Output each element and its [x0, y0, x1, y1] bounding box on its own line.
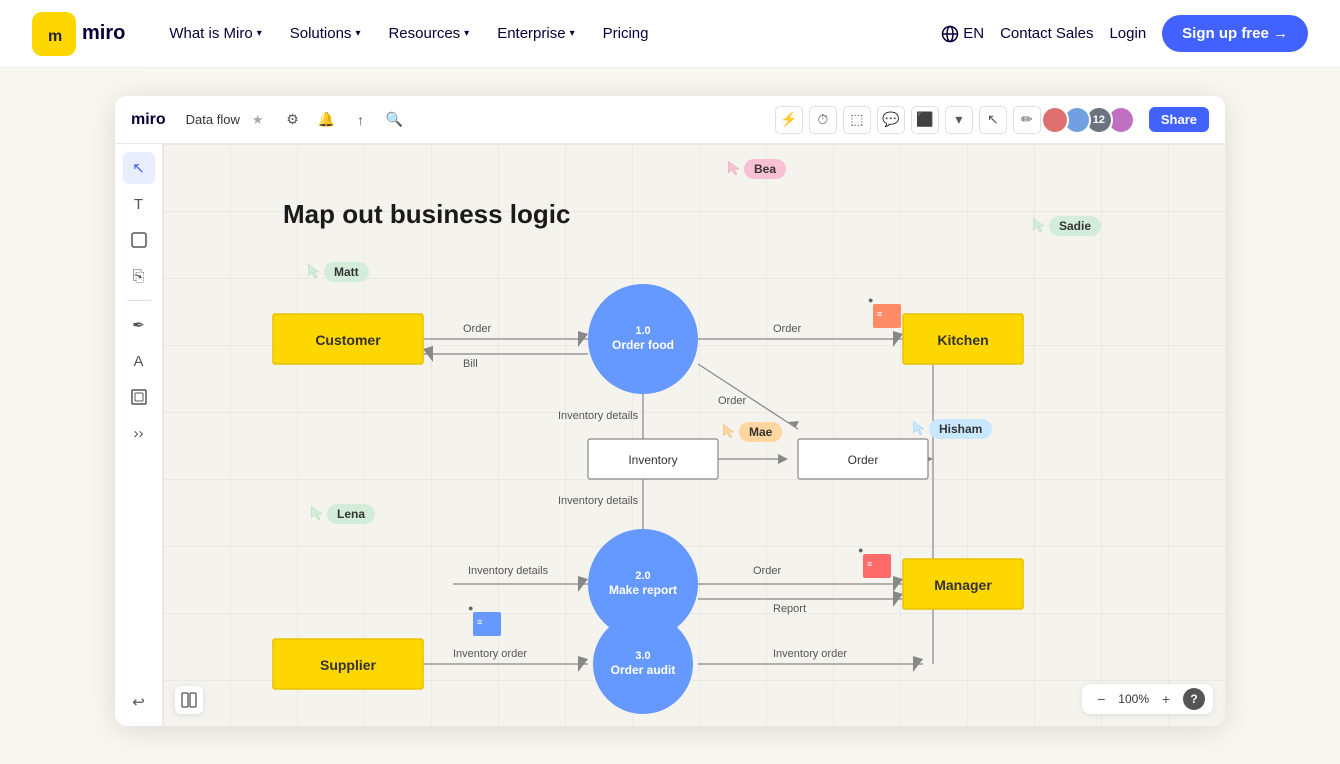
layout-icon[interactable]: ⬛ [911, 106, 939, 134]
help-button[interactable]: ? [1183, 688, 1205, 710]
svg-text:Order food: Order food [612, 338, 674, 352]
board-logo: miro [131, 111, 166, 129]
nav-link-solutions[interactable]: Solutions ▾ [278, 17, 373, 50]
diagram-svg: Order Bill Order Inventory details [243, 244, 1143, 724]
more-tools-icon[interactable]: ▾ [945, 106, 973, 134]
cursor-tool[interactable]: ↖ [123, 152, 155, 184]
svg-text:≡: ≡ [877, 309, 882, 319]
miro-board: miro Data flow ★ ⚙ 🔔 ↑ 🔍 ⚡ ⏱ ⬚ 💬 ⬛ ▾ ↖ ✏ [115, 96, 1225, 726]
svg-text:≡: ≡ [867, 559, 872, 569]
nav-links: What is Miro ▾ Solutions ▾ Resources ▾ E… [157, 17, 941, 50]
diagram-title: Map out business logic [283, 199, 570, 230]
nav-link-resources[interactable]: Resources ▾ [376, 17, 481, 50]
login-link[interactable]: Login [1109, 25, 1146, 42]
signup-button[interactable]: Sign up free → [1162, 15, 1308, 52]
star-icon[interactable]: ★ [252, 112, 264, 128]
svg-text:●: ● [468, 603, 473, 613]
board-content: ↖ T ⎘ ✒ A ›› ↩ Map out business logic [115, 144, 1225, 726]
logo-icon: m [32, 12, 76, 56]
cursor-bea: Bea [728, 159, 742, 177]
divider [127, 300, 151, 301]
svg-text:m: m [48, 28, 62, 45]
bell-icon[interactable]: 🔔 [314, 107, 340, 133]
svg-text:Kitchen: Kitchen [937, 332, 988, 348]
svg-text:Inventory: Inventory [628, 453, 677, 467]
cursor-mode-icon[interactable]: ↖ [979, 106, 1007, 134]
navbar: m miro What is Miro ▾ Solutions ▾ Resour… [0, 0, 1340, 68]
sidebar-tools: ↖ T ⎘ ✒ A ›› ↩ [115, 144, 163, 726]
svg-text:Inventory details: Inventory details [558, 495, 639, 507]
svg-text:Inventory order: Inventory order [453, 648, 527, 660]
pen-tool-icon[interactable]: ✏ [1013, 106, 1041, 134]
svg-text:≡: ≡ [477, 617, 482, 627]
svg-text:Bill: Bill [463, 358, 478, 370]
contact-sales-link[interactable]: Contact Sales [1000, 25, 1093, 42]
frame-icon[interactable]: ⬚ [843, 106, 871, 134]
panel-toggle-button[interactable] [175, 686, 203, 714]
svg-text:Report: Report [773, 603, 806, 615]
more-tools[interactable]: ›› [123, 417, 155, 449]
zoom-controls: − 100% + ? [1082, 684, 1213, 714]
nav-logo[interactable]: m miro [32, 12, 125, 56]
lightning-icon[interactable]: ⚡ [775, 106, 803, 134]
text-alt-tool[interactable]: A [123, 345, 155, 377]
zoom-in-button[interactable]: + [1155, 688, 1177, 710]
svg-text:Order: Order [753, 565, 781, 577]
chevron-down-icon: ▾ [464, 28, 469, 39]
svg-text:Customer: Customer [315, 332, 381, 348]
pen-tool[interactable]: ✒ [123, 309, 155, 341]
board-tools-left: ⚙ 🔔 ↑ 🔍 [280, 107, 408, 133]
board-tools-right: ⚡ ⏱ ⬚ 💬 ⬛ ▾ ↖ ✏ 12 Share [775, 106, 1209, 134]
zoom-level-display: 100% [1118, 692, 1149, 706]
sticky-tool[interactable] [123, 224, 155, 256]
svg-text:Manager: Manager [934, 577, 992, 593]
chevron-down-icon: ▾ [257, 28, 262, 39]
svg-text:Order: Order [718, 395, 746, 407]
language-selector[interactable]: EN [941, 25, 984, 43]
zoom-out-button[interactable]: − [1090, 688, 1112, 710]
canvas-area[interactable]: Map out business logic Order Bill Order [163, 144, 1225, 726]
cursor-sadie: Sadie [1033, 216, 1047, 234]
svg-text:Inventory details: Inventory details [468, 565, 549, 577]
text-tool[interactable]: T [123, 188, 155, 220]
share-button[interactable]: Share [1149, 107, 1209, 132]
svg-text:Supplier: Supplier [320, 657, 377, 673]
svg-text:●: ● [858, 545, 863, 555]
logo-text: miro [82, 22, 125, 45]
chevron-down-icon: ▾ [355, 28, 360, 39]
board-title: Data flow [186, 112, 240, 127]
svg-text:2.0: 2.0 [635, 570, 650, 582]
timer-icon[interactable]: ⏱ [809, 106, 837, 134]
cursor-hisham: Hisham [913, 419, 927, 437]
copy-tool[interactable]: ⎘ [123, 260, 155, 292]
svg-text:Order: Order [848, 453, 879, 467]
svg-text:●: ● [868, 295, 873, 305]
nav-link-what-is-miro[interactable]: What is Miro ▾ [157, 17, 273, 50]
svg-text:1.0: 1.0 [635, 325, 650, 337]
svg-text:Make report: Make report [609, 583, 677, 597]
main-area: miro Data flow ★ ⚙ 🔔 ↑ 🔍 ⚡ ⏱ ⬚ 💬 ⬛ ▾ ↖ ✏ [0, 68, 1340, 764]
frame-tool[interactable] [123, 381, 155, 413]
svg-text:Inventory details: Inventory details [558, 410, 639, 422]
search-icon[interactable]: 🔍 [382, 107, 408, 133]
cursor-mae: Mae [723, 422, 737, 440]
board-toolbar: miro Data flow ★ ⚙ 🔔 ↑ 🔍 ⚡ ⏱ ⬚ 💬 ⬛ ▾ ↖ ✏ [115, 96, 1225, 144]
upload-icon[interactable]: ↑ [348, 107, 374, 133]
svg-text:Order audit: Order audit [611, 663, 676, 677]
chevron-down-icon: ▾ [570, 28, 575, 39]
svg-text:3.0: 3.0 [635, 650, 650, 662]
avatar-group: 12 [1047, 106, 1135, 134]
nav-right: EN Contact Sales Login Sign up free → [941, 15, 1308, 52]
avatar [1041, 106, 1069, 134]
cursor-matt: Matt [308, 262, 322, 280]
undo-tool[interactable]: ↩ [123, 686, 155, 718]
svg-text:Inventory order: Inventory order [773, 648, 847, 660]
nav-link-enterprise[interactable]: Enterprise ▾ [485, 17, 586, 50]
svg-text:Order: Order [463, 323, 491, 335]
svg-text:Order: Order [773, 323, 801, 335]
comment-icon[interactable]: 💬 [877, 106, 905, 134]
cursor-lena: Lena [311, 504, 325, 522]
nav-link-pricing[interactable]: Pricing [591, 17, 661, 50]
settings-icon[interactable]: ⚙ [280, 107, 306, 133]
